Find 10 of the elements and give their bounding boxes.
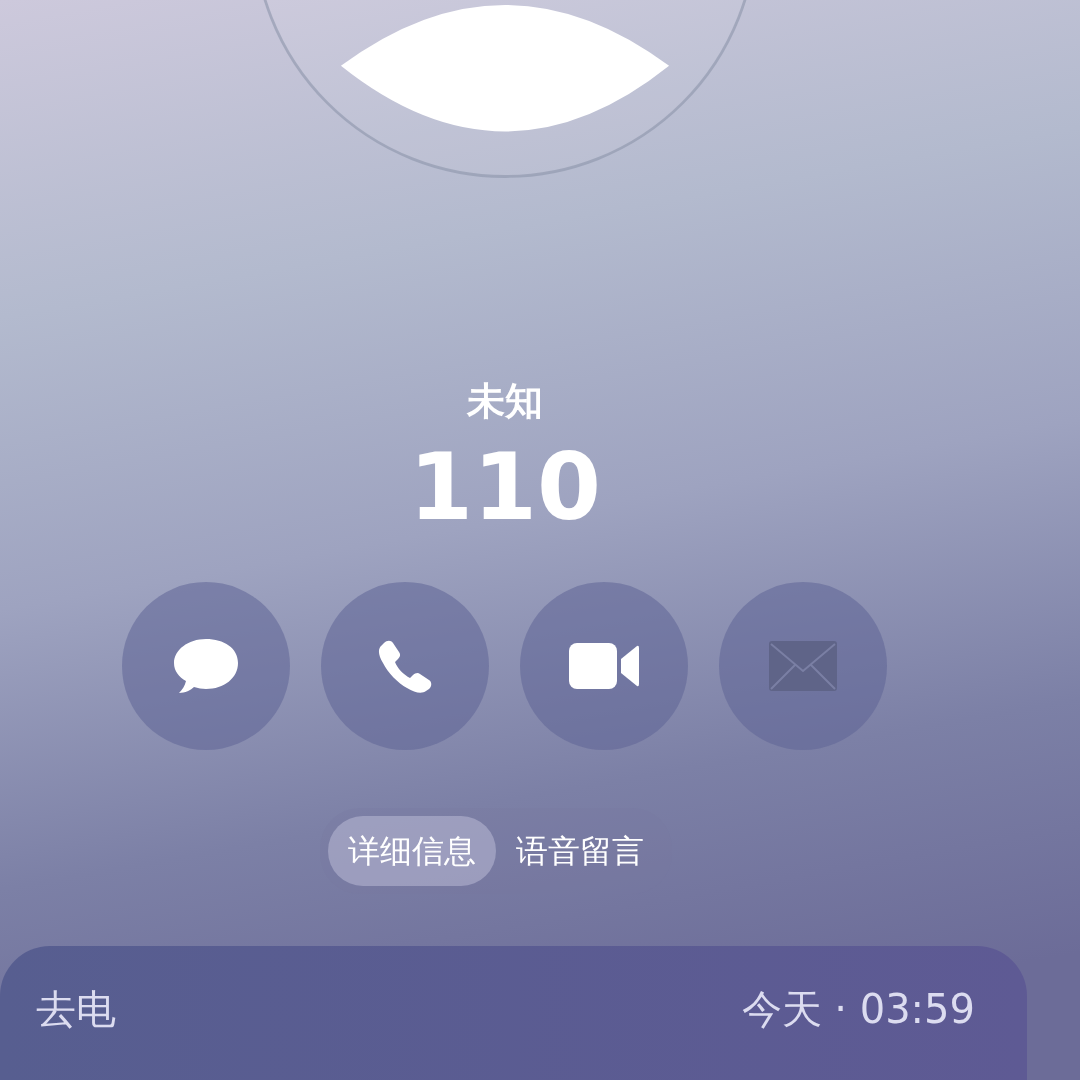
call-time: 今天 · 03:59 bbox=[741, 985, 975, 1035]
tab[interactable]: 详细信息 bbox=[328, 816, 496, 887]
call-type: 去电 bbox=[36, 985, 116, 1035]
contact-name: 未知 bbox=[467, 378, 543, 426]
speech-bubble-icon bbox=[173, 637, 239, 696]
envelope-icon bbox=[769, 641, 837, 692]
tab[interactable]: 语音留言 bbox=[496, 816, 664, 887]
video-camera-icon bbox=[569, 643, 639, 690]
phone-icon bbox=[378, 639, 432, 694]
phone-number: 110 bbox=[408, 438, 601, 539]
